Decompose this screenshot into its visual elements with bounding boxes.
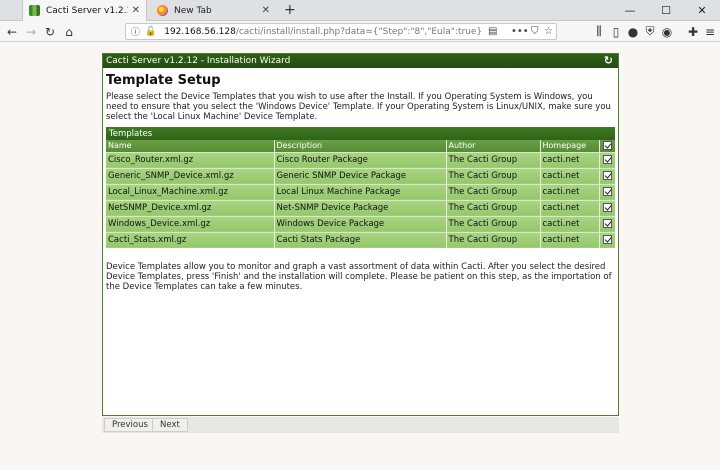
- column-homepage[interactable]: Homepage: [540, 140, 600, 152]
- tab-new-tab[interactable]: New Tab ✕: [151, 0, 276, 21]
- select-all-cell: [599, 140, 615, 152]
- row-checkbox[interactable]: [602, 187, 612, 196]
- sidebar-icon[interactable]: ▯: [607, 23, 625, 40]
- minimize-button[interactable]: —: [612, 0, 648, 21]
- template-description: Local Linux Machine Package: [274, 183, 447, 200]
- previous-button[interactable]: Previous: [104, 418, 156, 432]
- template-homepage: cacti.net: [540, 167, 600, 184]
- row-checkbox-cell: [599, 231, 615, 248]
- table-header-row: Name Description Author Homepage: [106, 140, 615, 152]
- close-window-button[interactable]: ✕: [684, 0, 720, 21]
- column-description[interactable]: Description: [274, 140, 447, 152]
- table-row[interactable]: Cisco_Router.xml.gz Cisco Router Package…: [106, 151, 615, 168]
- url-path: /cacti/install/install.php?data={"Step":…: [235, 26, 483, 37]
- template-name: NetSNMP_Device.xml.gz: [106, 199, 275, 216]
- table-row[interactable]: Local_Linux_Machine.xml.gz Local Linux M…: [106, 183, 615, 200]
- select-all-checkbox[interactable]: [602, 141, 612, 151]
- template-description: Cacti Stats Package: [274, 231, 447, 248]
- close-tab-icon[interactable]: ✕: [132, 5, 140, 16]
- table-row[interactable]: Cacti_Stats.xml.gz Cacti Stats Package T…: [106, 231, 615, 248]
- account-icon[interactable]: ●: [624, 23, 642, 40]
- row-checkbox-cell: [599, 199, 615, 216]
- new-tab-plus-icon[interactable]: +: [284, 2, 296, 18]
- templates-header: Templates: [106, 127, 615, 140]
- pocket-icon[interactable]: ⛉: [531, 24, 539, 39]
- templates-section: Templates Name Description Author Homepa…: [106, 127, 615, 248]
- template-homepage: cacti.net: [540, 183, 600, 200]
- tab-title: Cacti Server v1.2.12 - Maintenance: [46, 5, 128, 16]
- row-checkbox-cell: [599, 183, 615, 200]
- navigation-toolbar: ← → ↻ ⌂ ⓘ 🔓 192.168.56.128 /cacti/instal…: [0, 21, 720, 42]
- reader-view-icon[interactable]: ▤: [488, 24, 497, 39]
- template-author: The Cacti Group: [446, 199, 541, 216]
- template-author: The Cacti Group: [446, 167, 541, 184]
- next-button[interactable]: Next: [152, 418, 188, 432]
- close-tab-icon[interactable]: ✕: [262, 5, 270, 16]
- bookmark-star-icon[interactable]: ☆: [544, 24, 553, 39]
- column-author[interactable]: Author: [446, 140, 541, 152]
- firefox-account-icon[interactable]: ◉: [658, 23, 676, 40]
- library-icon[interactable]: ⫼: [590, 23, 608, 40]
- row-checkbox[interactable]: [602, 219, 612, 228]
- wizard-header-title: Cacti Server v1.2.12 - Installation Wiza…: [106, 56, 291, 66]
- template-description: Windows Device Package: [274, 215, 447, 232]
- template-name: Generic_SNMP_Device.xml.gz: [106, 167, 275, 184]
- table-row[interactable]: NetSNMP_Device.xml.gz Net-SNMP Device Pa…: [106, 199, 615, 216]
- tab-title: New Tab: [174, 5, 212, 16]
- install-wizard-panel: Cacti Server v1.2.12 - Installation Wiza…: [102, 53, 619, 416]
- template-description: Cisco Router Package: [274, 151, 447, 168]
- row-checkbox[interactable]: [602, 203, 612, 212]
- cacti-favicon-icon: [29, 5, 40, 16]
- intro-text: Please select the Device Templates that …: [106, 92, 611, 122]
- table-row[interactable]: Generic_SNMP_Device.xml.gz Generic SNMP …: [106, 167, 615, 184]
- template-author: The Cacti Group: [446, 215, 541, 232]
- tab-strip: Cacti Server v1.2.12 - Maintenance ✕ New…: [0, 0, 720, 21]
- template-name: Local_Linux_Machine.xml.gz: [106, 183, 275, 200]
- address-bar[interactable]: ⓘ 🔓 192.168.56.128 /cacti/install/instal…: [125, 23, 557, 40]
- template-homepage: cacti.net: [540, 151, 600, 168]
- template-name: Cacti_Stats.xml.gz: [106, 231, 275, 248]
- tab-cacti[interactable]: Cacti Server v1.2.12 - Maintenance ✕: [22, 0, 147, 21]
- template-description: Net-SNMP Device Package: [274, 199, 447, 216]
- template-description: Generic SNMP Device Package: [274, 167, 447, 184]
- row-checkbox-cell: [599, 215, 615, 232]
- footer-text: Device Templates allow you to monitor an…: [106, 262, 612, 292]
- wizard-button-bar: Previous Next: [102, 417, 619, 433]
- url-host: 192.168.56.128: [164, 26, 236, 37]
- insecure-lock-icon[interactable]: 🔓: [145, 27, 156, 37]
- template-author: The Cacti Group: [446, 151, 541, 168]
- template-name: Windows_Device.xml.gz: [106, 215, 275, 232]
- template-name: Cisco_Router.xml.gz: [106, 151, 275, 168]
- table-row[interactable]: Windows_Device.xml.gz Windows Device Pac…: [106, 215, 615, 232]
- shield-icon[interactable]: ⛨: [641, 23, 659, 40]
- extensions-icon[interactable]: ✚: [684, 23, 702, 40]
- maximize-button[interactable]: ☐: [648, 0, 684, 21]
- back-arrow-icon[interactable]: ←: [3, 23, 21, 40]
- page-actions-icon[interactable]: •••: [511, 24, 529, 39]
- template-homepage: cacti.net: [540, 199, 600, 216]
- templates-table: Name Description Author Homepage Cisco_R…: [106, 140, 615, 248]
- firefox-favicon-icon: [157, 5, 168, 16]
- template-homepage: cacti.net: [540, 215, 600, 232]
- row-checkbox[interactable]: [602, 155, 612, 164]
- template-author: The Cacti Group: [446, 183, 541, 200]
- page-title: Template Setup: [106, 73, 221, 88]
- home-icon[interactable]: ⌂: [60, 23, 78, 40]
- template-author: The Cacti Group: [446, 231, 541, 248]
- wizard-header: Cacti Server v1.2.12 - Installation Wiza…: [103, 54, 618, 68]
- template-homepage: cacti.net: [540, 231, 600, 248]
- forward-arrow-icon[interactable]: →: [22, 23, 40, 40]
- row-checkbox-cell: [599, 151, 615, 168]
- row-checkbox[interactable]: [602, 171, 612, 180]
- info-icon[interactable]: ⓘ: [131, 25, 140, 38]
- column-name[interactable]: Name: [106, 140, 275, 152]
- menu-hamburger-icon[interactable]: ≡: [701, 23, 719, 40]
- reload-icon[interactable]: ↻: [41, 23, 59, 40]
- row-checkbox[interactable]: [602, 235, 612, 245]
- refresh-icon[interactable]: ↻: [604, 54, 613, 68]
- row-checkbox-cell: [599, 167, 615, 184]
